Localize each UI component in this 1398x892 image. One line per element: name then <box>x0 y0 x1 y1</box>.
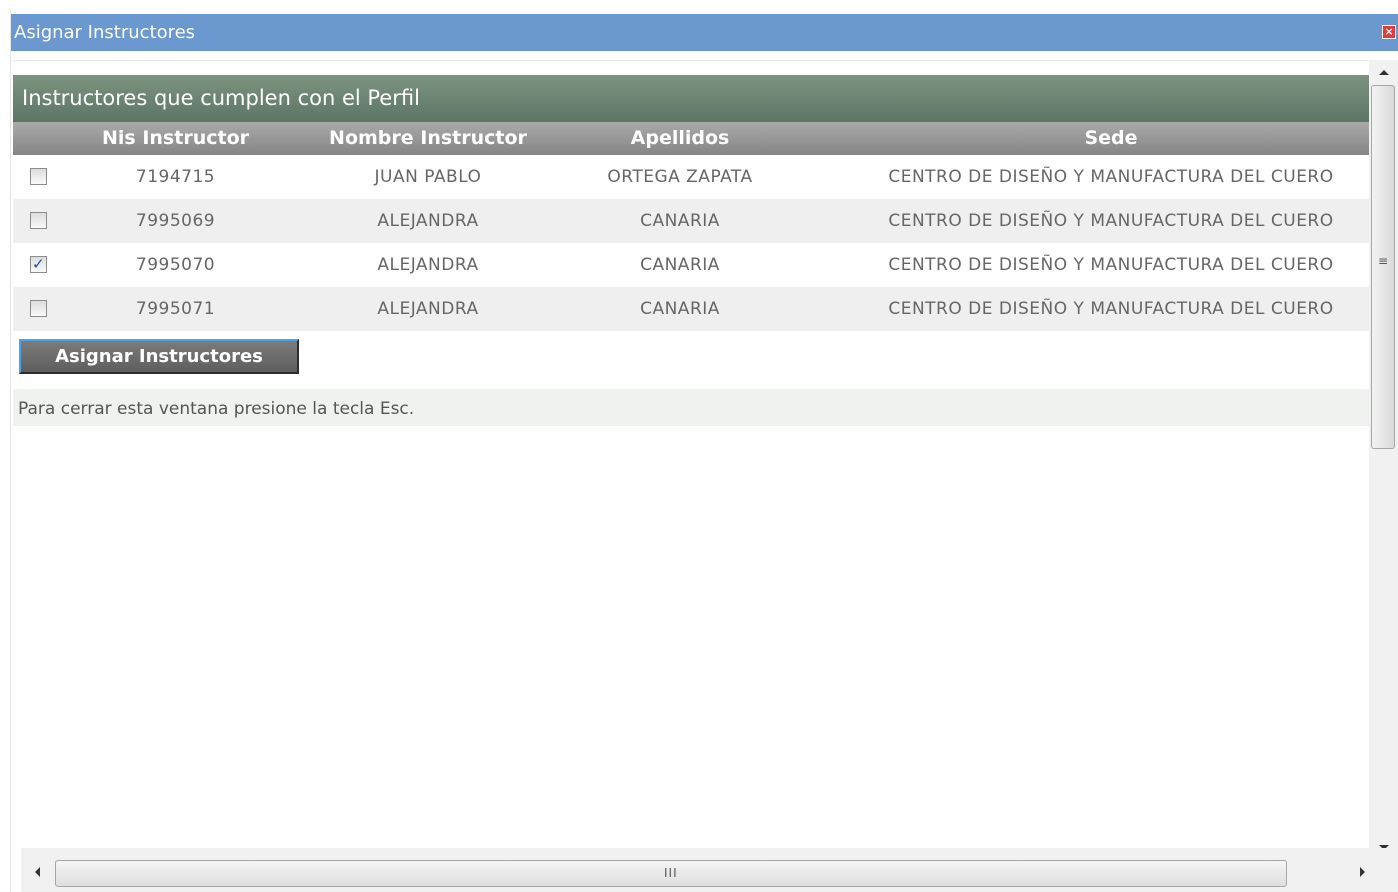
row-checkbox[interactable] <box>30 168 47 185</box>
section-title: Instructores que cumplen con el Perfil <box>22 86 420 110</box>
cell-sede: CENTRO DE DISEÑO Y MANUFACTURA DEL CUERO <box>888 211 1334 231</box>
cell-nombre: JUAN PABLO <box>374 167 482 187</box>
cell-apellidos: CANARIA <box>640 299 720 319</box>
cell-nombre: ALEJANDRA <box>377 211 479 231</box>
row-checkbox[interactable] <box>30 300 47 317</box>
scroll-right-icon[interactable] <box>1360 867 1365 877</box>
header-apellidos: Apellidos <box>630 127 730 149</box>
horizontal-scrollbar[interactable]: III <box>21 848 1379 892</box>
cell-nis: 7995069 <box>135 211 216 231</box>
dialog-titlebar[interactable]: Asignar Instructores × <box>11 14 1398 51</box>
vertical-scroll-thumb[interactable]: ≡ <box>1371 85 1395 449</box>
section-header: Instructores que cumplen con el Perfil <box>13 75 1369 122</box>
header-sede: Sede <box>1084 127 1138 149</box>
close-hint: Para cerrar esta ventana presione la tec… <box>13 389 1369 426</box>
dialog-content: Instructores que cumplen con el Perfil N… <box>13 60 1369 859</box>
cell-nis: 7995071 <box>135 299 216 319</box>
grip-icon: ≡ <box>1378 254 1389 268</box>
header-nis-instructor: Nis Instructor <box>102 127 249 149</box>
vertical-scrollbar[interactable]: ≡ <box>1369 60 1398 858</box>
table-row: 7194715 JUAN PABLO ORTEGA ZAPATA CENTRO … <box>13 155 1369 199</box>
row-checkbox[interactable]: ✓ <box>30 256 47 273</box>
table-row: 7995071 ALEJANDRA CANARIA CENTRO DE DISE… <box>13 287 1369 331</box>
cell-nombre: ALEJANDRA <box>377 299 479 319</box>
horizontal-scroll-thumb[interactable]: III <box>55 860 1287 887</box>
dialog-window: Asignar Instructores × Instructores que … <box>10 10 1398 892</box>
header-nombre-instructor: Nombre Instructor <box>329 127 527 149</box>
cell-nombre: ALEJANDRA <box>377 255 479 275</box>
cell-apellidos: ORTEGA ZAPATA <box>607 167 753 187</box>
table-header: Nis Instructor Nombre Instructor Apellid… <box>13 122 1369 155</box>
scroll-left-icon[interactable] <box>35 867 40 877</box>
cell-apellidos: CANARIA <box>640 211 720 231</box>
cell-apellidos: CANARIA <box>640 255 720 275</box>
action-area: Asignar Instructores <box>13 333 1369 388</box>
cell-sede: CENTRO DE DISEÑO Y MANUFACTURA DEL CUERO <box>888 299 1334 319</box>
grip-icon: III <box>664 866 678 880</box>
scroll-up-icon[interactable] <box>1379 70 1389 75</box>
scrollbar-corner <box>1369 848 1398 892</box>
row-checkbox[interactable] <box>30 212 47 229</box>
assign-instructors-button[interactable]: Asignar Instructores <box>19 339 299 374</box>
close-hint-text: Para cerrar esta ventana presione la tec… <box>18 399 415 419</box>
cell-nis: 7995070 <box>135 255 216 275</box>
table-row: 7995069 ALEJANDRA CANARIA CENTRO DE DISE… <box>13 199 1369 243</box>
dialog-title: Asignar Instructores <box>14 22 196 43</box>
cell-sede: CENTRO DE DISEÑO Y MANUFACTURA DEL CUERO <box>888 255 1334 275</box>
cell-sede: CENTRO DE DISEÑO Y MANUFACTURA DEL CUERO <box>888 167 1334 187</box>
cell-nis: 7194715 <box>135 167 216 187</box>
close-icon[interactable]: × <box>1382 25 1396 39</box>
table-row: ✓ 7995070 ALEJANDRA CANARIA CENTRO DE DI… <box>13 243 1369 287</box>
